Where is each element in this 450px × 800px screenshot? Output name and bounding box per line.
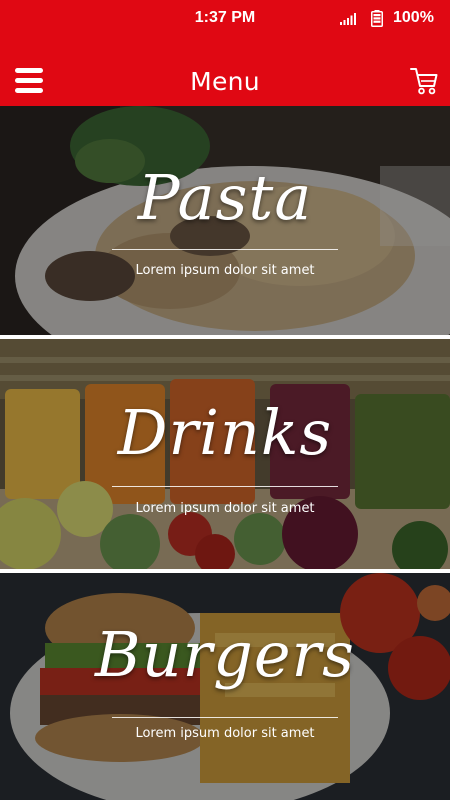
category-card-burgers[interactable]: Burgers Lorem ipsum dolor sit amet bbox=[0, 573, 450, 800]
status-bar: 1:37 PM 100% bbox=[0, 0, 450, 38]
category-title: Drinks bbox=[117, 396, 333, 469]
category-subtitle: Lorem ipsum dolor sit amet bbox=[135, 263, 315, 278]
battery-level: 100% bbox=[393, 9, 434, 26]
cart-icon[interactable] bbox=[410, 66, 438, 96]
title-divider bbox=[112, 717, 338, 718]
title-divider bbox=[112, 486, 338, 487]
page-title: Menu bbox=[190, 67, 260, 96]
signal-icon bbox=[340, 13, 356, 25]
category-card-drinks[interactable]: Drinks Lorem ipsum dolor sit amet bbox=[0, 339, 450, 569]
category-title: Pasta bbox=[137, 161, 313, 234]
category-subtitle: Lorem ipsum dolor sit amet bbox=[135, 501, 315, 516]
category-title: Burgers bbox=[95, 618, 355, 691]
category-card-pasta[interactable]: Pasta Lorem ipsum dolor sit amet bbox=[0, 106, 450, 335]
title-divider bbox=[112, 249, 338, 250]
app-bar: Menu bbox=[0, 38, 450, 106]
battery-icon bbox=[371, 10, 383, 27]
category-subtitle: Lorem ipsum dolor sit amet bbox=[135, 726, 315, 741]
